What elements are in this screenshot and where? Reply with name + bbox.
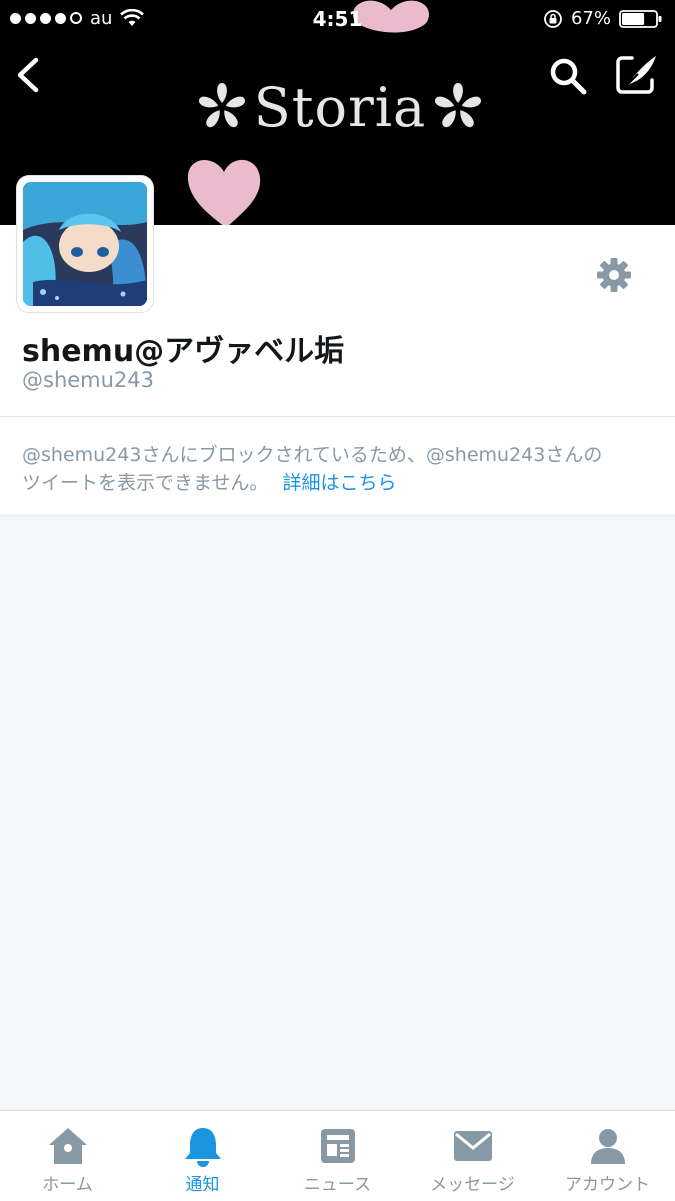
blocked-notice-text-line2: ツイートを表示できません。 詳細はこちら [22,468,396,495]
avatar-image [23,182,147,306]
status-bar-right: 67% [543,8,663,29]
sakura-icon [198,83,245,128]
tab-account[interactable]: アカウント [540,1110,675,1200]
envelope-icon [453,1131,492,1161]
tab-label: アカウント [565,1175,650,1195]
compose-button[interactable] [614,52,658,96]
blocked-notice-text-continued: ツイートを表示できません。 [22,472,269,494]
profile-display-name: shemu@アヴァベル垢 [22,334,345,369]
sakura-icon [435,83,482,128]
profile-handle: @shemu243 [22,368,155,392]
battery-percent: 67% [570,8,611,29]
back-button[interactable] [12,56,46,94]
learn-more-link[interactable]: 詳細はこちら [282,472,396,494]
petal-decoration [187,159,261,225]
tab-messages[interactable]: メッセージ [405,1110,540,1200]
rotation-lock-icon [544,9,562,28]
banner-text: Storia [253,75,427,139]
blocked-notice-text: @shemu243さんにブロックされているため、@shemu243さんの [22,444,603,466]
avatar[interactable] [17,176,153,312]
divider [0,515,675,516]
tab-news[interactable]: ニュース [270,1110,405,1200]
tab-label: ニュース [303,1175,372,1195]
person-icon [590,1129,625,1164]
battery-icon [619,9,662,28]
search-button[interactable] [548,56,588,96]
news-icon [320,1129,355,1163]
settings-gear-button[interactable] [592,253,636,297]
home-icon [48,1128,87,1164]
tab-notifications[interactable]: 通知 [135,1110,270,1200]
bell-icon [184,1128,221,1167]
banner-logo: Storia [160,72,520,142]
tab-label: ホーム [42,1175,93,1195]
tab-home[interactable]: ホーム [0,1110,135,1200]
tab-label: 通知 [185,1175,220,1195]
tab-label: メッセージ [430,1175,515,1195]
